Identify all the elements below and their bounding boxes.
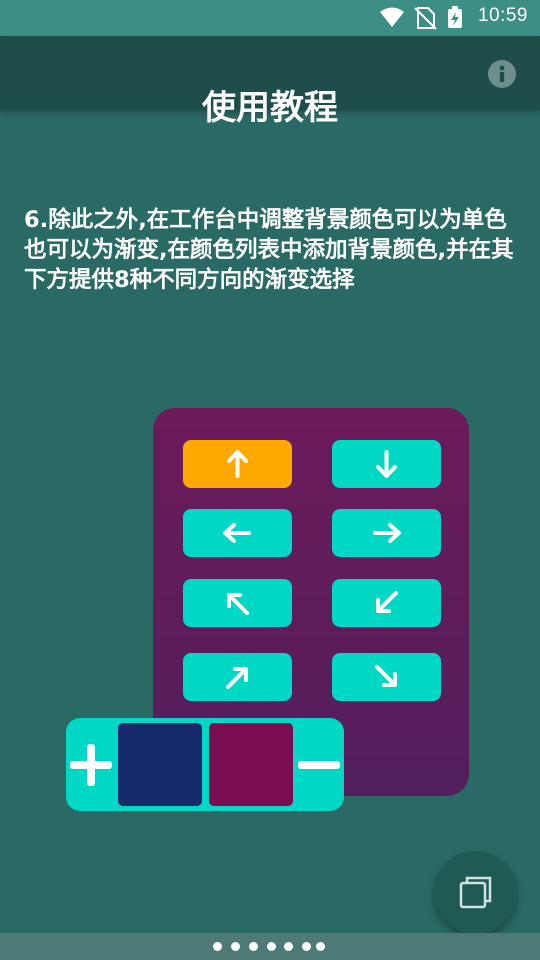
page-dot-6[interactable] <box>302 942 311 951</box>
direction-button-down-left[interactable] <box>332 579 441 627</box>
page-dot-5[interactable] <box>284 942 293 951</box>
arrow-up-right-icon <box>226 667 248 689</box>
arrow-down-icon <box>376 450 397 478</box>
direction-button-up-right[interactable] <box>183 653 292 701</box>
direction-button-down[interactable] <box>332 440 441 488</box>
floating-action-button[interactable] <box>434 851 517 934</box>
status-icons <box>378 6 488 34</box>
page-dot-3[interactable] <box>249 942 258 951</box>
arrow-down-right-icon <box>375 665 397 687</box>
direction-button-right[interactable] <box>332 509 441 557</box>
minus-icon <box>298 761 340 769</box>
page-dot-4[interactable] <box>267 942 276 951</box>
direction-button-down-right[interactable] <box>332 653 441 701</box>
add-color-button[interactable] <box>68 742 114 788</box>
status-time: 10:59 <box>477 5 528 26</box>
color-swatch-navy[interactable] <box>118 723 202 806</box>
arrow-right-icon <box>373 523 401 543</box>
direction-button-up[interactable] <box>183 440 292 488</box>
direction-button-left[interactable] <box>183 509 292 557</box>
wifi-icon <box>380 7 404 27</box>
remove-color-button[interactable] <box>296 742 342 788</box>
color-swatch-magenta[interactable] <box>209 723 293 806</box>
plus-icon <box>70 744 112 786</box>
page-dot-1[interactable] <box>213 942 222 951</box>
arrow-up-icon <box>227 450 248 478</box>
status-bar: 10:59 <box>0 0 540 36</box>
no-sim-icon <box>414 7 437 30</box>
layers-icon <box>459 876 492 909</box>
direction-button-up-left[interactable] <box>183 579 292 627</box>
page-dot-7-current[interactable] <box>316 942 325 951</box>
tutorial-description: 6.除此之外,在工作台中调整背景颜色可以为单色也可以为渐变,在颜色列表中添加背景… <box>24 207 514 293</box>
battery-charging-icon <box>448 6 462 28</box>
arrow-up-left-icon <box>227 593 249 615</box>
arrow-left-icon <box>223 523 251 543</box>
page-dot-2[interactable] <box>231 942 240 951</box>
color-list <box>66 718 344 811</box>
arrow-down-left-icon <box>376 591 398 613</box>
page-title: 使用教程 <box>202 88 338 128</box>
